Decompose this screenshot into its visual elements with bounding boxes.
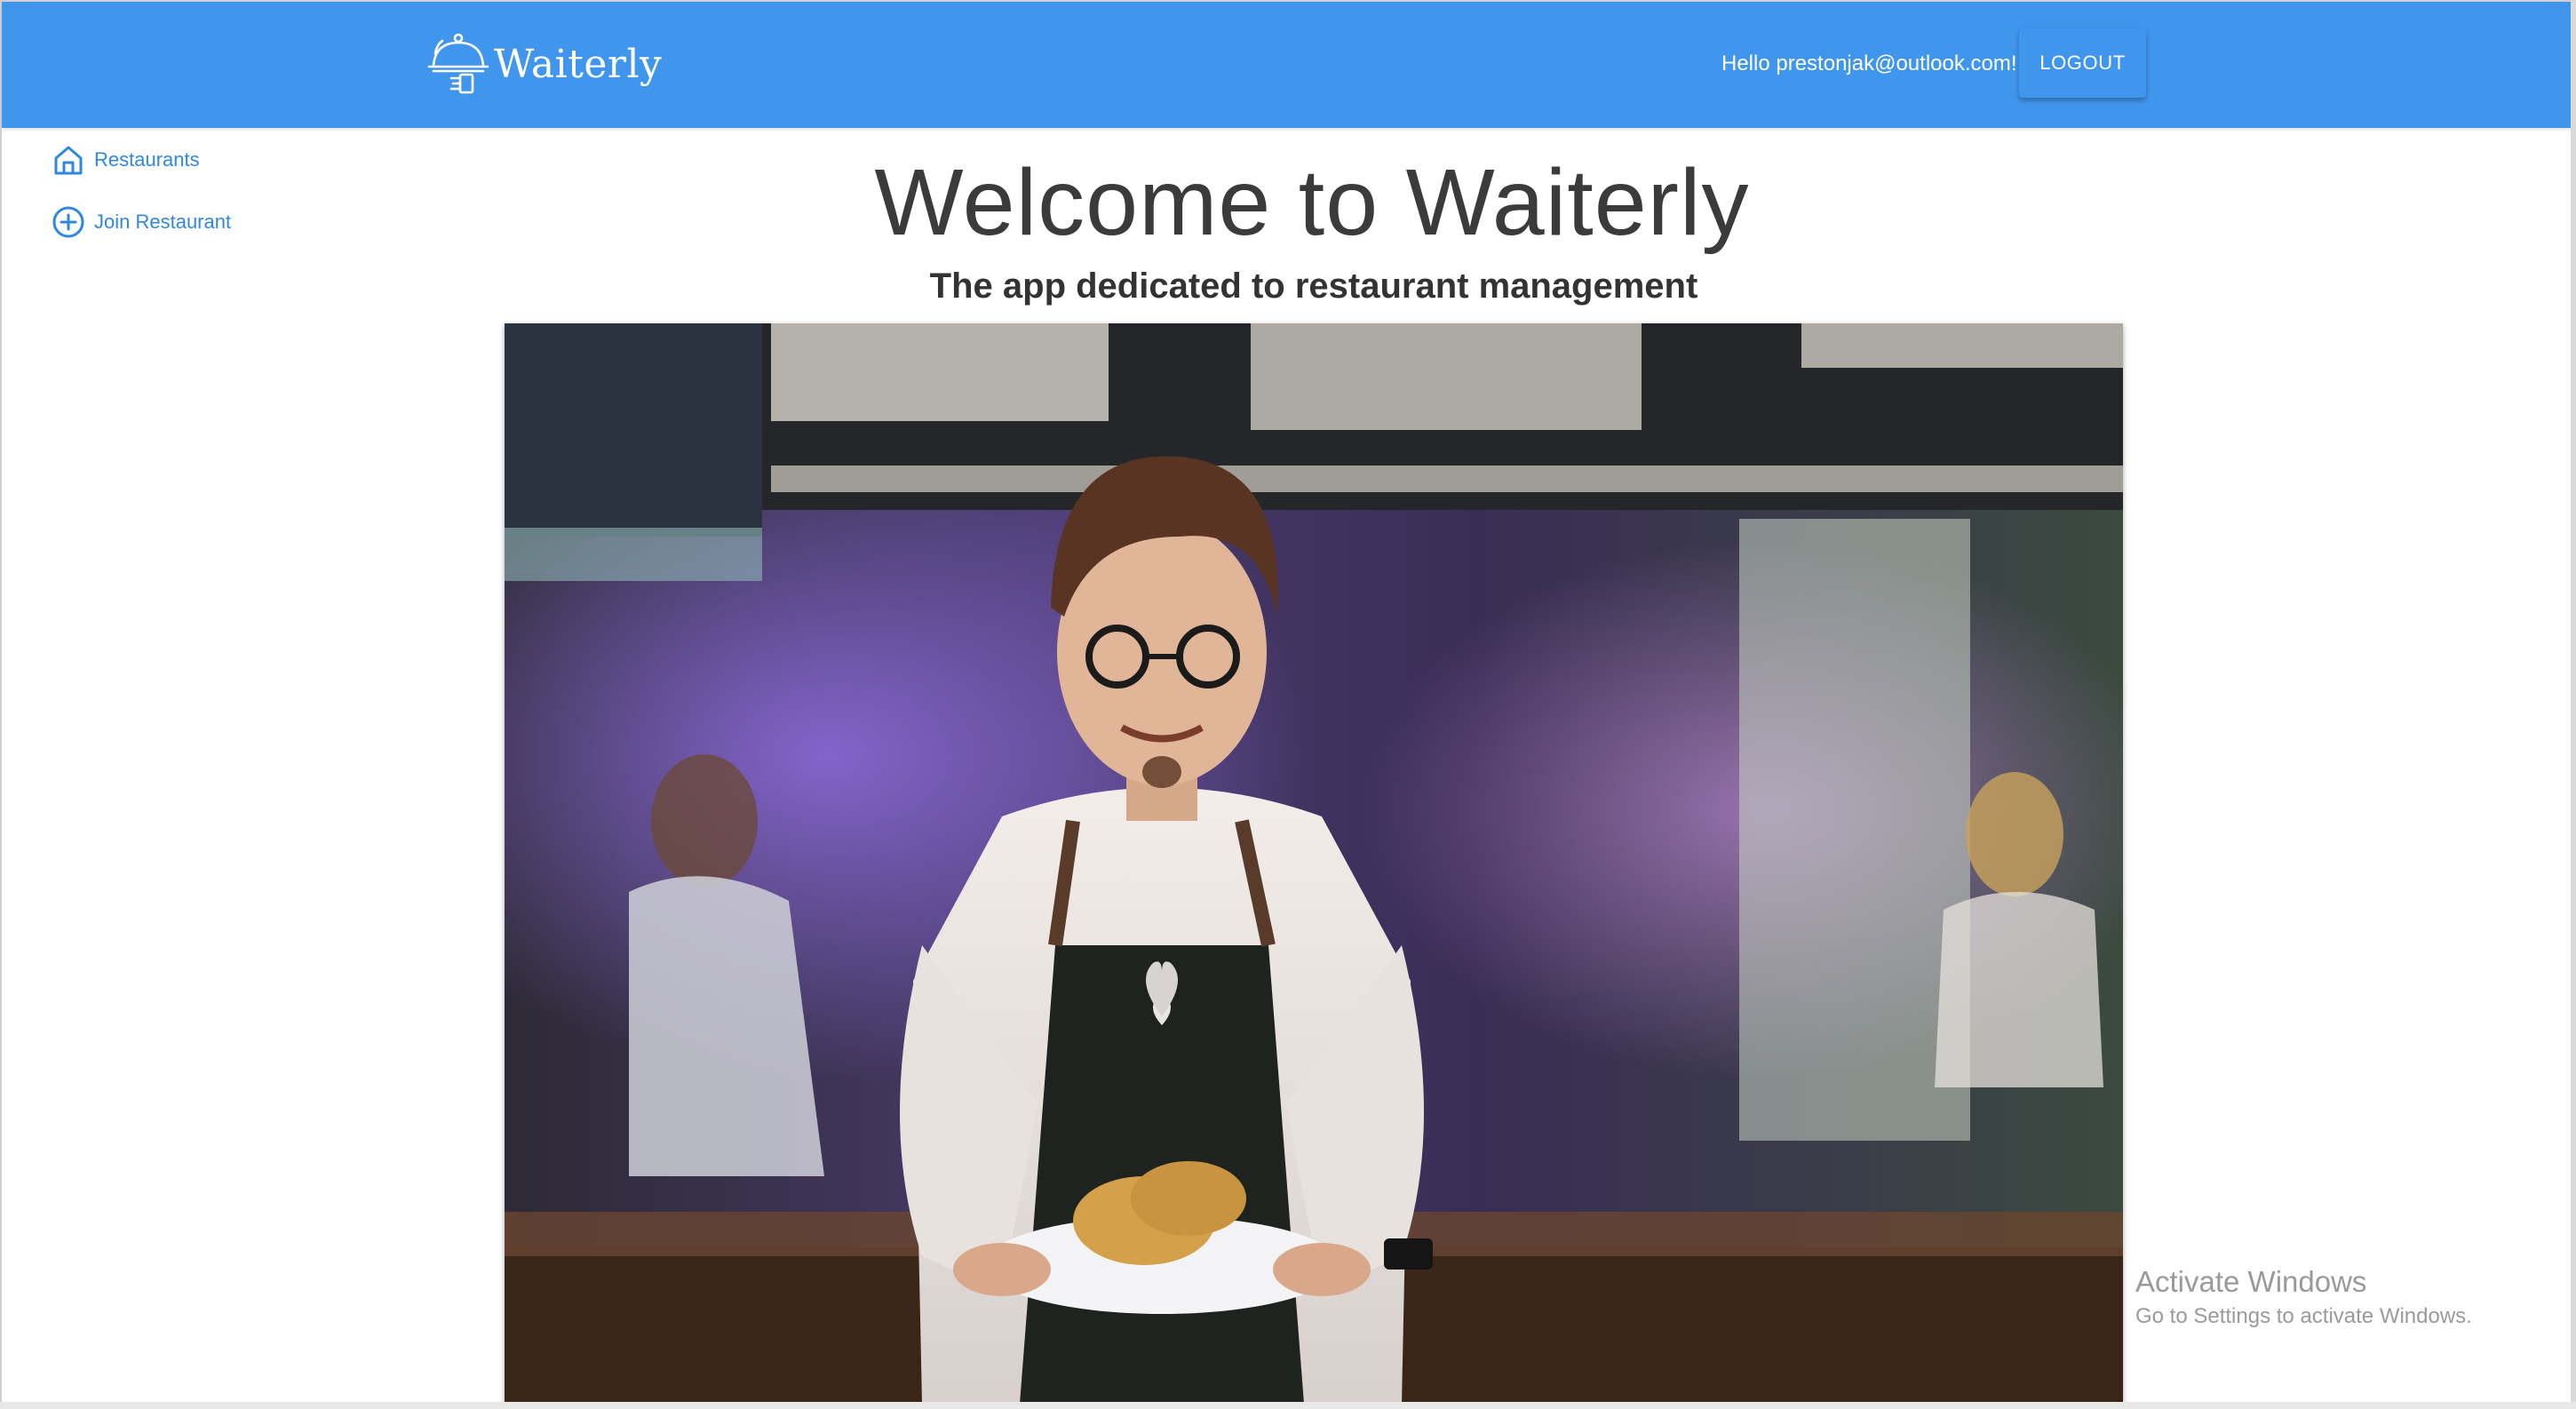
browser-viewport: Waiterly Hello prestonjak@outlook.com! L… — [0, 0, 2572, 1404]
watermark-title: Activate Windows — [2135, 1265, 2367, 1298]
window-scroll-edge — [2571, 0, 2576, 1409]
user-greeting: Hello prestonjak@outlook.com! — [1721, 52, 2017, 76]
brand-name: Waiterly — [494, 41, 663, 87]
page-subtitle: The app dedicated to restaurant manageme… — [929, 267, 1698, 306]
window-bottom-edge — [0, 1402, 2576, 1409]
watermark-subtitle: Go to Settings to activate Windows. — [2135, 1304, 2472, 1328]
app-header: Waiterly Hello prestonjak@outlook.com! L… — [2, 2, 2571, 128]
brand-logo[interactable]: Waiterly — [426, 28, 662, 100]
cloche-icon — [427, 33, 489, 94]
logout-button[interactable]: LOGOUT — [2019, 28, 2146, 98]
hero-image — [505, 323, 2123, 1402]
windows-activation-watermark: Activate Windows Go to Settings to activ… — [2135, 1265, 2472, 1329]
page-title: Welcome to Waiterly — [874, 150, 1750, 255]
waiter-photo — [505, 323, 2123, 1402]
